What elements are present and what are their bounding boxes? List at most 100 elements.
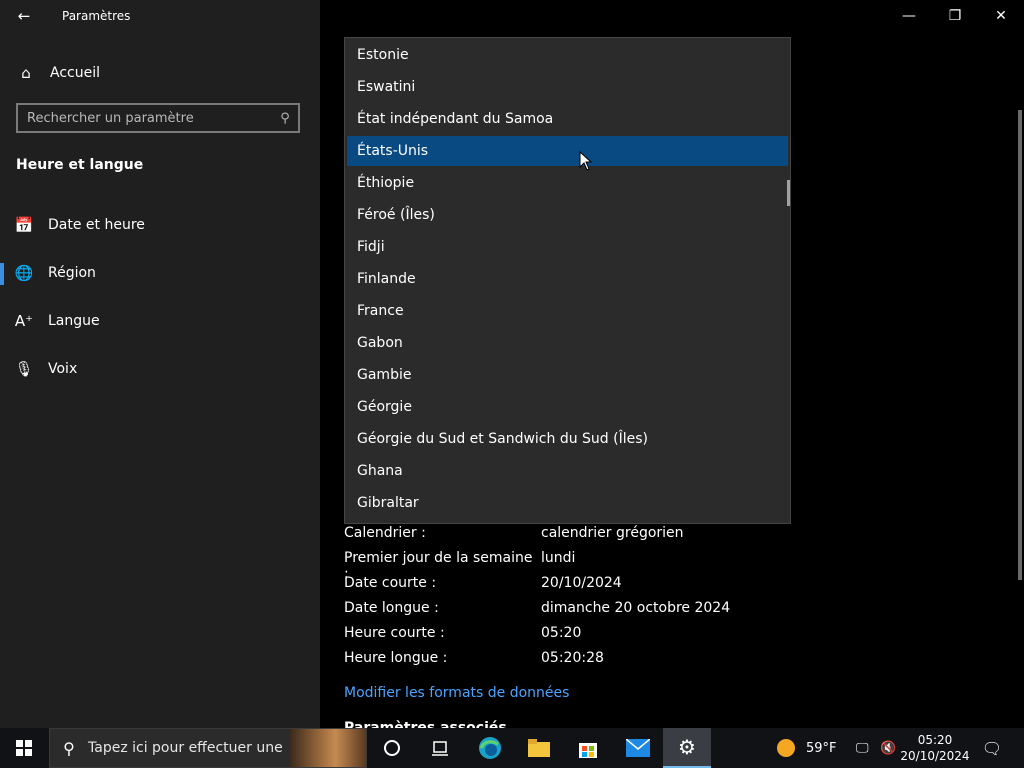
sidebar-item-label: Voix <box>48 361 78 377</box>
dropdown-option-selected[interactable]: États-Unis <box>347 136 788 166</box>
format-key: Heure longue : <box>344 650 448 666</box>
volume-muted-icon: 🔇 <box>880 740 897 756</box>
notification-center-button[interactable]: 🗨 <box>976 728 1008 768</box>
format-key: Date courte : <box>344 575 437 591</box>
close-icon: ✕ <box>995 8 1007 24</box>
format-row: Heure longue : 05:20:28 <box>344 650 604 672</box>
maximize-button[interactable]: ❐ <box>932 0 978 32</box>
format-row: Date courte : 20/10/2024 <box>344 575 622 597</box>
dropdown-option[interactable]: Estonie <box>347 40 788 70</box>
format-row: Premier jour de la semaine : lundi <box>344 550 576 582</box>
cortana-button[interactable] <box>368 728 416 768</box>
related-settings-heading: Paramètres associés <box>344 720 507 728</box>
dropdown-option[interactable]: Fidji <box>347 232 788 262</box>
minimize-icon: — <box>902 8 916 24</box>
settings-search-input[interactable] <box>18 109 272 127</box>
clock-date: 20/10/2024 <box>900 749 970 763</box>
sidebar-item-label: Région <box>48 265 96 281</box>
network-icon: 🖵 <box>856 740 869 756</box>
mail-icon <box>626 739 650 757</box>
title-bar: ← Paramètres <box>0 0 320 32</box>
format-key: Calendrier : <box>344 525 426 541</box>
search-icon: ⚲ <box>63 738 75 758</box>
close-button[interactable]: ✕ <box>978 0 1024 32</box>
taskbar-search-text: Tapez ici pour effectuer une <box>88 740 283 756</box>
dropdown-option[interactable]: Finlande <box>347 264 788 294</box>
selected-indicator <box>0 263 4 285</box>
dropdown-option[interactable]: France <box>347 296 788 326</box>
edge-browser-icon <box>479 737 501 759</box>
weather-widget[interactable]: 59°F <box>776 728 837 768</box>
mouse-cursor-icon <box>579 151 593 171</box>
settings-sidebar: ← Paramètres ⌂ Accueil ⚲ Heure et langue… <box>0 0 320 728</box>
format-key: Premier jour de la semaine : <box>344 550 533 582</box>
task-view-icon <box>432 741 448 756</box>
dropdown-option[interactable]: Gambie <box>347 360 788 390</box>
clock-time: 05:20 <box>917 733 953 747</box>
format-row: Calendrier : calendrier grégorien <box>344 525 684 547</box>
settings-taskbar-button[interactable]: ⚙ <box>663 728 711 768</box>
sidebar-item-language[interactable]: A⁺ Langue <box>0 301 320 341</box>
nav-home[interactable]: ⌂ Accueil <box>0 53 320 93</box>
taskbar-search-box[interactable]: ⚲ Tapez ici pour effectuer une <box>49 728 367 768</box>
dropdown-option[interactable]: Géorgie du Sud et Sandwich du Sud (Îles) <box>347 424 788 454</box>
format-value: calendrier grégorien <box>541 525 684 541</box>
section-title: Heure et langue <box>16 157 144 173</box>
dropdown-option[interactable]: Ghana <box>347 456 788 486</box>
gear-icon: ⚙ <box>678 735 696 759</box>
home-icon: ⌂ <box>21 64 31 82</box>
task-view-button[interactable] <box>416 728 464 768</box>
edge-button[interactable] <box>466 728 514 768</box>
globe-icon: 🌐 <box>14 264 34 282</box>
arrow-left-icon: ← <box>17 7 31 25</box>
format-value: lundi <box>541 550 576 566</box>
volume-button[interactable]: 🔇 <box>880 728 896 768</box>
notification-icon: 🗨 <box>981 738 1003 758</box>
dropdown-option[interactable]: État indépendant du Samoa <box>347 104 788 134</box>
format-row: Heure courte : 05:20 <box>344 625 581 647</box>
format-key: Date longue : <box>344 600 439 616</box>
dropdown-scrollbar[interactable] <box>787 180 790 206</box>
format-row: Date longue : dimanche 20 octobre 2024 <box>344 600 730 622</box>
format-value: 05:20 <box>541 625 582 641</box>
content-scrollbar[interactable] <box>1018 110 1022 580</box>
format-value: 20/10/2024 <box>541 575 622 591</box>
format-value: dimanche 20 octobre 2024 <box>541 600 731 616</box>
start-button[interactable] <box>0 728 48 768</box>
change-formats-link[interactable]: Modifier les formats de données <box>344 685 569 701</box>
dropdown-option[interactable]: Eswatini <box>347 72 788 102</box>
store-bag-icon <box>579 743 597 758</box>
app-title: Paramètres <box>62 9 131 23</box>
dropdown-option[interactable]: Féroé (Îles) <box>347 200 788 230</box>
taskbar-clock[interactable]: 05:20 20/10/2024 <box>900 732 970 764</box>
store-button[interactable] <box>564 728 612 768</box>
search-highlight-image[interactable] <box>290 729 366 767</box>
format-key: Heure courte : <box>344 625 445 641</box>
sidebar-item-label: Date et heure <box>48 217 145 233</box>
sidebar-item-region[interactable]: 🌐 Région <box>0 253 320 293</box>
weather-temperature: 59°F <box>806 740 837 756</box>
dropdown-option[interactable]: Gabon <box>347 328 788 358</box>
file-explorer-button[interactable] <box>515 728 563 768</box>
folder-icon <box>528 739 550 757</box>
microphone-icon: 🎙 <box>14 360 34 378</box>
format-value: 05:20:28 <box>541 650 604 666</box>
nav-home-label: Accueil <box>50 65 100 81</box>
country-dropdown-list[interactable]: Estonie Eswatini État indépendant du Sam… <box>344 37 791 524</box>
sidebar-item-label: Langue <box>48 313 100 329</box>
sidebar-item-voice[interactable]: 🎙 Voix <box>0 349 320 389</box>
back-button[interactable]: ← <box>10 6 38 26</box>
mail-button[interactable] <box>614 728 662 768</box>
dropdown-option[interactable]: Gibraltar <box>347 488 788 518</box>
search-icon[interactable]: ⚲ <box>272 111 298 126</box>
sidebar-item-date-time[interactable]: 📅 Date et heure <box>0 205 320 245</box>
dropdown-option[interactable]: Géorgie <box>347 392 788 422</box>
taskbar: ⚲ Tapez ici pour effectuer une ⚙ 59°F 🖵 … <box>0 728 1024 768</box>
settings-search-box[interactable]: ⚲ <box>16 103 300 133</box>
language-icon: A⁺ <box>14 312 34 330</box>
network-button[interactable]: 🖵 <box>856 728 869 768</box>
dropdown-option[interactable]: Éthiopie <box>347 168 788 198</box>
restore-icon: ❐ <box>948 8 962 24</box>
cortana-circle-icon <box>384 740 400 756</box>
minimize-button[interactable]: — <box>886 0 932 32</box>
